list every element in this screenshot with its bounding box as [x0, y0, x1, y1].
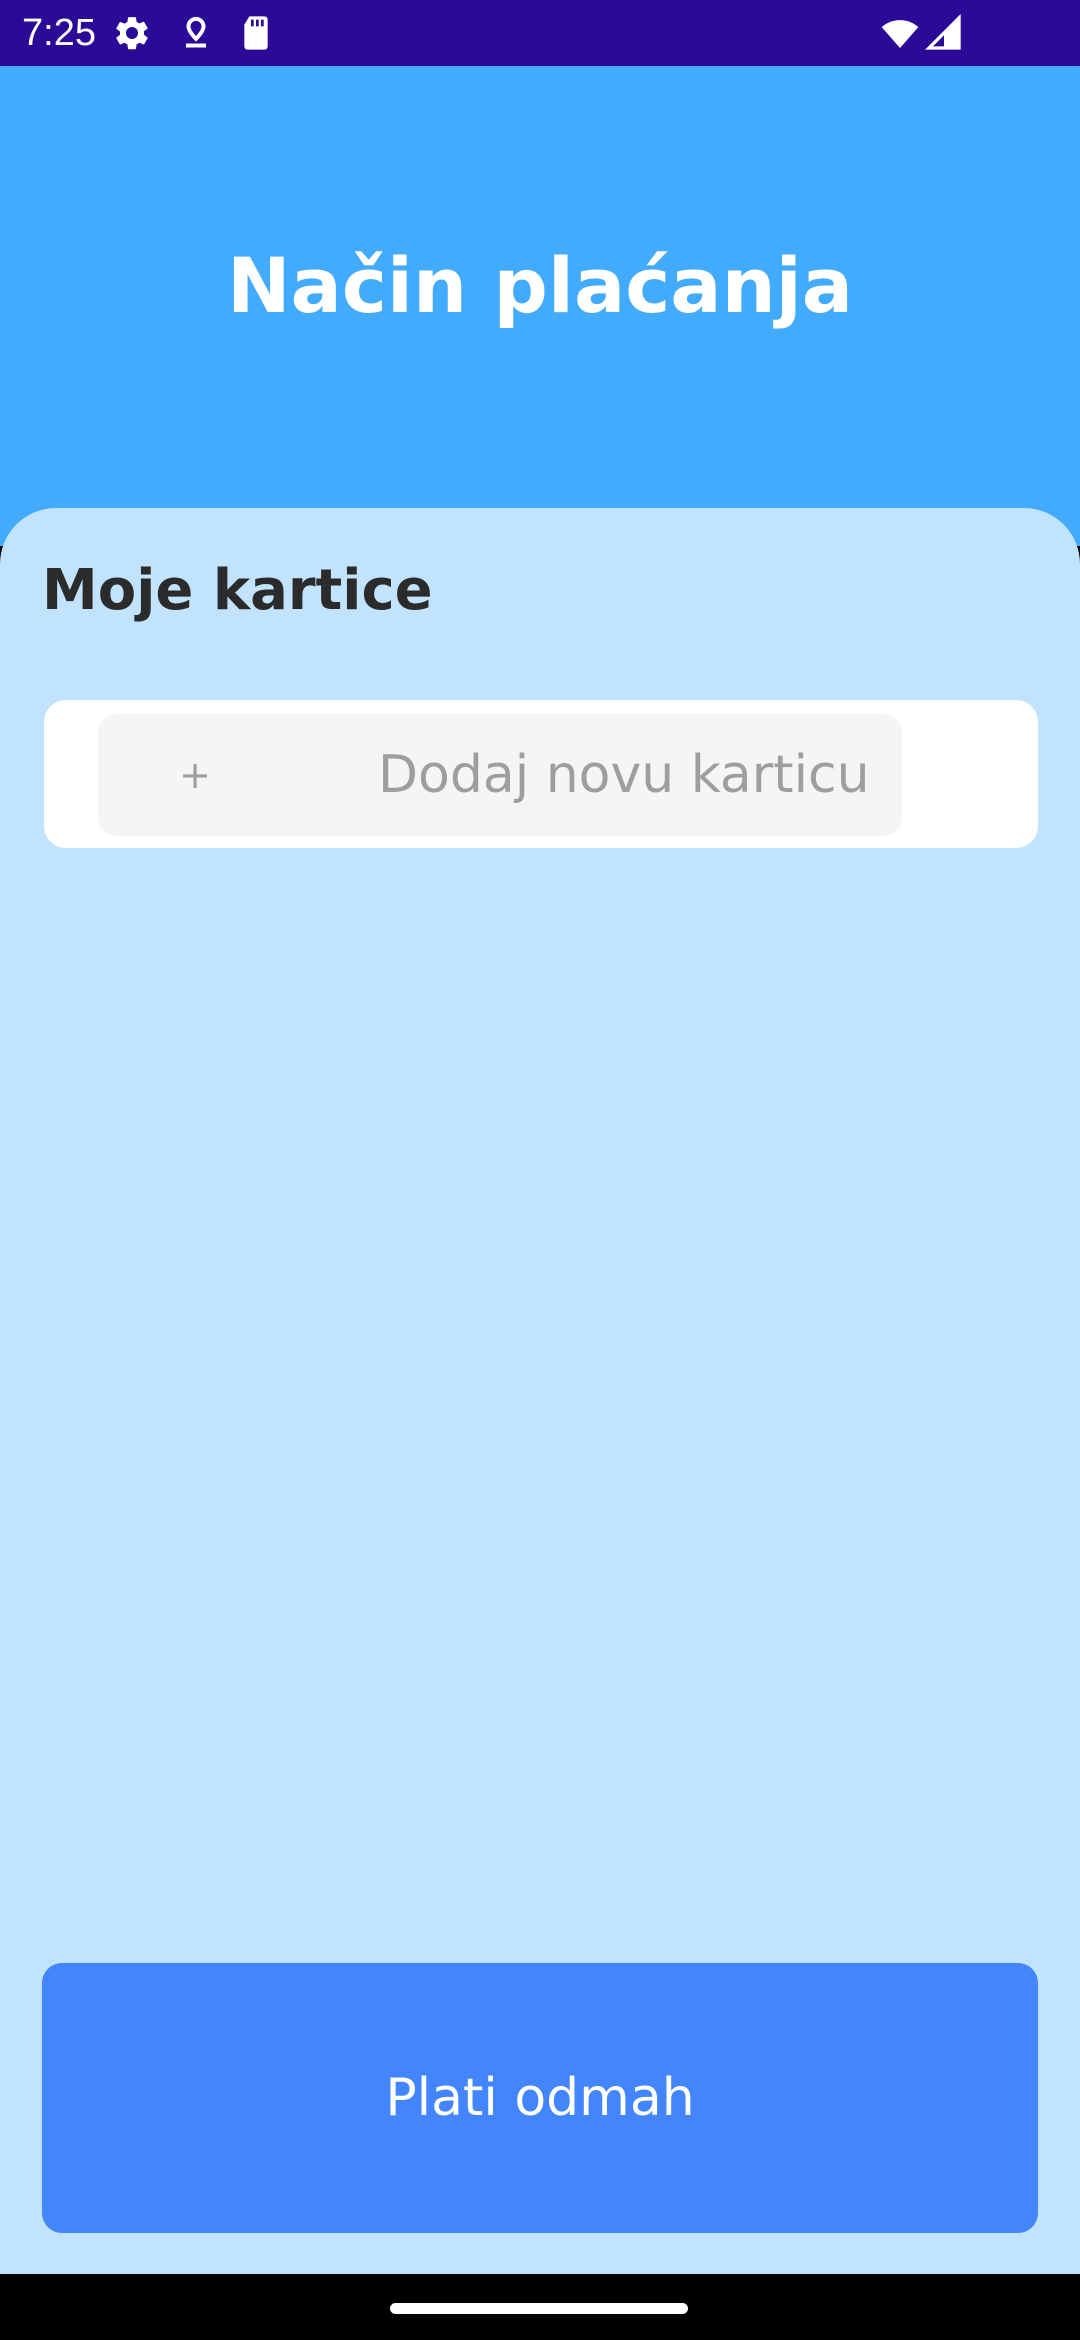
add-card-label: Dodaj novu karticu: [378, 745, 870, 805]
section-title: Moje kartice: [42, 558, 433, 623]
status-time: 7:25: [22, 12, 96, 54]
navigation-bar: [0, 2274, 1080, 2340]
header: Način plaćanja: [0, 66, 1080, 546]
wifi-icon: [881, 20, 919, 48]
add-card-button[interactable]: + Dodaj novu karticu: [98, 714, 902, 836]
content-panel: Moje kartice + Dodaj novu karticu Plati …: [0, 508, 1080, 2274]
status-bar: 7:25: [0, 0, 1080, 66]
plus-icon: +: [179, 753, 211, 797]
sd-card-icon: [244, 16, 268, 50]
location-pin-icon: [186, 16, 206, 48]
page-title: Način plaćanja: [226, 241, 854, 330]
pay-now-button[interactable]: Plati odmah: [42, 1963, 1038, 2233]
home-handle[interactable]: [390, 2303, 688, 2314]
settings-gear-icon: [116, 17, 148, 50]
cell-signal-icon: [924, 13, 961, 50]
cards-container: + Dodaj novu karticu: [44, 700, 1038, 848]
